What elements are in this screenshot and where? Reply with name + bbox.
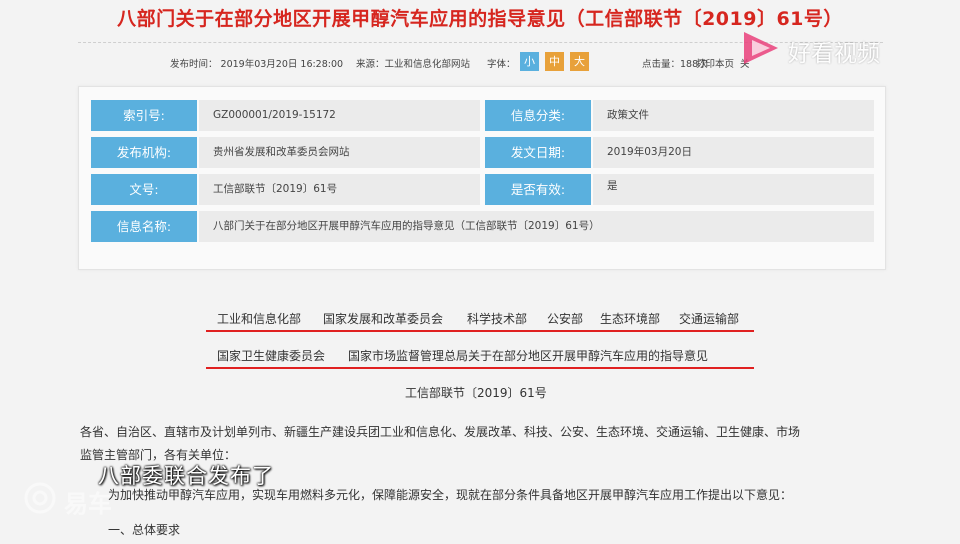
source-text: 来源：工业和信息化部网站	[356, 59, 471, 70]
yiche-logo-icon	[24, 482, 56, 514]
font-medium-button[interactable]: 中	[545, 52, 564, 71]
info-table: 索引号: GZ000001/2019-15172 信息分类: 政策文件 发布机构…	[78, 86, 886, 270]
date-value: 2019年03月20日	[593, 137, 874, 168]
dept-5: 生态环境部	[600, 312, 661, 326]
doc-number: 工信部联节〔2019〕61号	[405, 386, 547, 400]
publisher-value: 贵州省发展和改革委员会网站	[199, 137, 480, 168]
publish-time: 发布时间： 2019年03月20日 16:28:00	[170, 59, 344, 70]
valid-label: 是否有效:	[485, 174, 591, 205]
dept-1: 工业和信息化部	[217, 312, 302, 326]
red-underline-1	[206, 330, 754, 332]
article-title: 八部门关于在部分地区开展甲醇汽车应用的指导意见（工信部联节〔2019〕61号）	[117, 8, 843, 30]
name-value: 八部门关于在部分地区开展甲醇汽车应用的指导意见（工信部联节〔2019〕61号）	[199, 211, 874, 242]
body-line-1: 各省、自治区、直辖市及计划单列市、新疆生产建设兵团工业和信息化、发展改革、科技、…	[80, 425, 801, 439]
index-value: GZ000001/2019-15172	[199, 100, 480, 131]
date-label: 发文日期:	[485, 137, 591, 168]
category-value: 政策文件	[593, 100, 874, 131]
dept-2: 国家发展和改革委员会	[323, 312, 444, 326]
dept-3: 科学技术部	[467, 312, 528, 326]
yiche-watermark: 易车	[22, 480, 132, 520]
publisher-label: 发布机构:	[91, 137, 197, 168]
play-logo-icon	[744, 32, 778, 64]
dept-6: 交通运输部	[679, 312, 740, 326]
haokan-brand-text: 好看视频	[788, 41, 880, 67]
haokan-watermark: 好看视频	[740, 28, 952, 68]
dept-4: 公安部	[547, 312, 584, 326]
red-underline-2	[206, 367, 754, 369]
section-heading-1: 一、总体要求	[108, 523, 181, 537]
valid-value: 是	[593, 174, 874, 205]
dept-8-title: 国家市场监督管理总局关于在部分地区开展甲醇汽车应用的指导意见	[348, 349, 709, 363]
name-label: 信息名称:	[91, 211, 197, 242]
dept-7: 国家卫生健康委员会	[217, 349, 326, 363]
docno-label: 文号:	[91, 174, 197, 205]
font-size-label: 字体：	[487, 59, 516, 70]
index-label: 索引号:	[91, 100, 197, 131]
font-small-button[interactable]: 小	[520, 52, 539, 71]
font-large-button[interactable]: 大	[570, 52, 589, 71]
article-page: 八部门关于在部分地区开展甲醇汽车应用的指导意见（工信部联节〔2019〕61号） …	[0, 0, 960, 544]
yiche-brand-text: 易车	[64, 490, 112, 518]
print-link[interactable]: 打印本页	[696, 56, 734, 70]
category-label: 信息分类:	[485, 100, 591, 131]
docno-value: 工信部联节〔2019〕61号	[199, 174, 480, 205]
